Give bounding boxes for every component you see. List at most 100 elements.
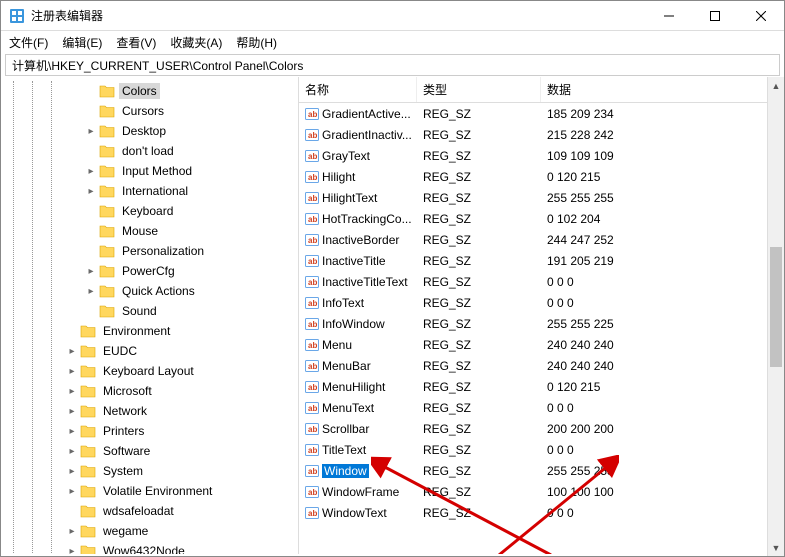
expand-icon[interactable]: ▸: [66, 466, 78, 477]
menu-view[interactable]: 查看(V): [116, 34, 156, 51]
value-type: REG_SZ: [417, 191, 541, 205]
string-value-icon: ab: [305, 317, 319, 331]
expand-icon[interactable]: ▸: [66, 346, 78, 357]
value-name: GradientActive...: [322, 107, 411, 121]
scroll-down-button[interactable]: ▼: [768, 539, 784, 556]
value-row[interactable]: abMenuBarREG_SZ240 240 240: [299, 355, 784, 376]
tree-item[interactable]: ▸ Network: [1, 401, 298, 421]
tree-item[interactable]: Personalization: [1, 241, 298, 261]
expand-icon[interactable]: ▸: [66, 426, 78, 437]
tree-item[interactable]: ▸ Printers: [1, 421, 298, 441]
vertical-scrollbar[interactable]: ▲ ▼: [767, 77, 784, 556]
minimize-button[interactable]: [646, 1, 692, 31]
maximize-button[interactable]: [692, 1, 738, 31]
menu-edit[interactable]: 编辑(E): [62, 34, 102, 51]
close-button[interactable]: [738, 1, 784, 31]
expand-icon[interactable]: ▸: [66, 526, 78, 537]
value-row[interactable]: abHilightREG_SZ0 120 215: [299, 166, 784, 187]
value-type: REG_SZ: [417, 464, 541, 478]
value-row[interactable]: abGradientInactiv...REG_SZ215 228 242: [299, 124, 784, 145]
tree-item[interactable]: ▸Software: [1, 441, 298, 461]
tree-item[interactable]: ▸Volatile Environment: [1, 481, 298, 501]
value-data: 215 228 242: [541, 128, 784, 142]
tree-item[interactable]: ▸PowerCfg: [1, 261, 298, 281]
values-pane[interactable]: 名称 类型 数据 abGradientActive...REG_SZ185 20…: [299, 77, 784, 554]
expand-icon[interactable]: ▸: [85, 286, 97, 297]
folder-icon: [99, 124, 115, 138]
value-row[interactable]: abInactiveTitleTextREG_SZ0 0 0: [299, 271, 784, 292]
tree-item[interactable]: ▸ International: [1, 181, 298, 201]
column-type[interactable]: 类型: [417, 77, 541, 102]
value-name: Scrollbar: [322, 422, 369, 436]
tree-item-label: Cursors: [119, 103, 167, 119]
tree-item[interactable]: ▸System: [1, 461, 298, 481]
address-bar[interactable]: 计算机\HKEY_CURRENT_USER\Control Panel\Colo…: [5, 54, 780, 76]
expand-icon[interactable]: ▸: [66, 546, 78, 555]
tree-item-label: Keyboard Layout: [100, 363, 197, 379]
tree-pane[interactable]: Colors Cursors ▸Desktopdon't load▸Input Me…: [1, 77, 299, 554]
tree-item[interactable]: ▸ Wow6432Node: [1, 541, 298, 554]
expand-icon[interactable]: ▸: [85, 266, 97, 277]
value-row[interactable]: abMenuHilightREG_SZ0 120 215: [299, 376, 784, 397]
value-row[interactable]: abMenuREG_SZ240 240 240: [299, 334, 784, 355]
value-row[interactable]: abScrollbarREG_SZ200 200 200: [299, 418, 784, 439]
value-row[interactable]: abWindowTextREG_SZ0 0 0: [299, 502, 784, 523]
value-row[interactable]: abInactiveTitleREG_SZ191 205 219: [299, 250, 784, 271]
tree-item[interactable]: Keyboard: [1, 201, 298, 221]
tree-item-label: Colors: [119, 83, 160, 99]
tree-item[interactable]: Colors: [1, 81, 298, 101]
value-row[interactable]: abGrayTextREG_SZ109 109 109: [299, 145, 784, 166]
expand-icon[interactable]: ▸: [66, 386, 78, 397]
expand-icon[interactable]: ▸: [66, 406, 78, 417]
value-row[interactable]: abHilightTextREG_SZ255 255 255: [299, 187, 784, 208]
tree-item[interactable]: Environment: [1, 321, 298, 341]
value-row[interactable]: abInfoWindowREG_SZ255 255 225: [299, 313, 784, 334]
string-value-icon: ab: [305, 380, 319, 394]
tree-item[interactable]: ▸Desktop: [1, 121, 298, 141]
column-data[interactable]: 数据: [541, 77, 784, 102]
menu-file[interactable]: 文件(F): [9, 34, 48, 51]
expand-icon[interactable]: ▸: [66, 366, 78, 377]
value-row[interactable]: abHotTrackingCo...REG_SZ0 102 204: [299, 208, 784, 229]
expand-icon[interactable]: ▸: [66, 486, 78, 497]
tree-item-label: International: [119, 183, 191, 199]
value-row[interactable]: abTitleTextREG_SZ0 0 0: [299, 439, 784, 460]
expand-icon[interactable]: ▸: [66, 446, 78, 457]
value-row[interactable]: abInactiveBorderREG_SZ244 247 252: [299, 229, 784, 250]
tree-item[interactable]: ▸Microsoft: [1, 381, 298, 401]
scroll-thumb[interactable]: [770, 247, 782, 367]
tree-item[interactable]: Cursors: [1, 101, 298, 121]
tree-item[interactable]: ▸EUDC: [1, 341, 298, 361]
folder-icon: [80, 464, 96, 478]
expand-icon[interactable]: ▸: [85, 186, 97, 197]
menu-favorites[interactable]: 收藏夹(A): [170, 34, 222, 51]
menu-help[interactable]: 帮助(H): [236, 34, 277, 51]
tree-item[interactable]: Sound: [1, 301, 298, 321]
tree-item[interactable]: ▸wegame: [1, 521, 298, 541]
value-row[interactable]: abWindowFrameREG_SZ100 100 100: [299, 481, 784, 502]
tree-item[interactable]: Mouse: [1, 221, 298, 241]
value-data: 0 0 0: [541, 443, 784, 457]
tree-item[interactable]: ▸ Keyboard Layout: [1, 361, 298, 381]
expand-icon[interactable]: ▸: [85, 126, 97, 137]
tree-item[interactable]: ▸Quick Actions: [1, 281, 298, 301]
value-type: REG_SZ: [417, 422, 541, 436]
tree-item-label: Wow6432Node: [100, 543, 188, 554]
tree-item[interactable]: don't load: [1, 141, 298, 161]
tree-item-label: Network: [100, 403, 150, 419]
folder-icon: [99, 264, 115, 278]
value-row[interactable]: abInfoTextREG_SZ0 0 0: [299, 292, 784, 313]
tree-item-label: Printers: [100, 423, 147, 439]
expand-icon[interactable]: ▸: [85, 166, 97, 177]
column-name[interactable]: 名称: [299, 77, 417, 102]
scroll-up-button[interactable]: ▲: [768, 77, 784, 94]
tree-item[interactable]: wdsafeloadat: [1, 501, 298, 521]
value-row[interactable]: abWindowREG_SZ255 255 255: [299, 460, 784, 481]
tree-item[interactable]: ▸Input Method: [1, 161, 298, 181]
value-row[interactable]: abGradientActive...REG_SZ185 209 234: [299, 103, 784, 124]
value-row[interactable]: abMenuTextREG_SZ0 0 0: [299, 397, 784, 418]
svg-text:ab: ab: [308, 320, 317, 329]
string-value-icon: ab: [305, 254, 319, 268]
folder-icon: [80, 344, 96, 358]
string-value-icon: ab: [305, 149, 319, 163]
